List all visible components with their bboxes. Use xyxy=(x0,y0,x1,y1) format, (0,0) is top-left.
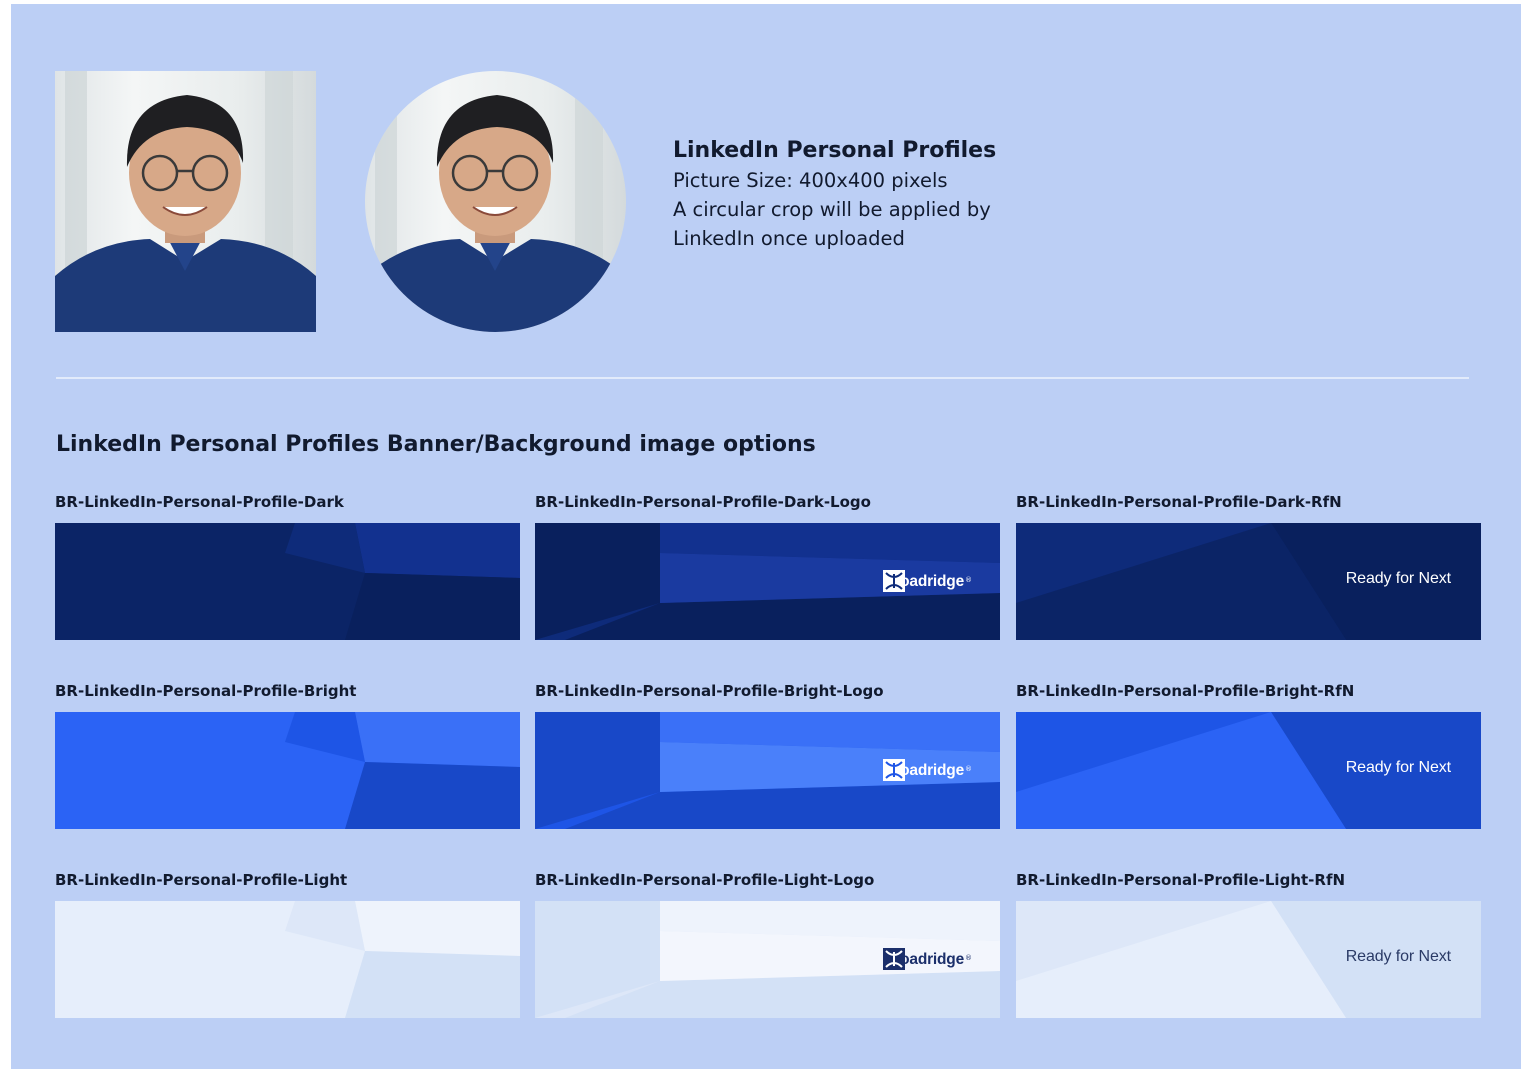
banner-image-bright[interactable] xyxy=(55,712,520,829)
banner-option: BR-LinkedIn-Personal-Profile-Dark-Logo Br… xyxy=(535,492,1000,640)
banner-label: BR-LinkedIn-Personal-Profile-Bright-RfN xyxy=(1016,682,1355,700)
banner-image-dark-rfn[interactable]: Ready for Next xyxy=(1016,523,1481,640)
banner-option: BR-LinkedIn-Personal-Profile-Light-Logo B… xyxy=(535,870,1000,1018)
banner-image-light-logo[interactable]: Broadridge ® xyxy=(535,901,1000,1018)
broadridge-mark-icon xyxy=(883,759,906,781)
registered-mark: ® xyxy=(965,954,972,962)
crop-note-line-1: A circular crop will be applied by xyxy=(673,198,991,221)
banner-shape xyxy=(345,573,520,640)
banner-image-light[interactable] xyxy=(55,901,520,1018)
banner-option: BR-LinkedIn-Personal-Profile-Bright-Logo… xyxy=(535,681,1000,829)
banner-section-heading: LinkedIn Personal Profiles Banner/Backgr… xyxy=(56,432,816,457)
banner-background-shapes xyxy=(55,712,520,829)
banner-shape xyxy=(355,712,520,767)
ready-for-next-tagline: Ready for Next xyxy=(1345,759,1451,776)
banner-label: BR-LinkedIn-Personal-Profile-Bright-Logo xyxy=(535,682,884,700)
ready-for-next-tagline: Ready for Next xyxy=(1345,948,1451,965)
banner-label: BR-LinkedIn-Personal-Profile-Light-RfN xyxy=(1016,871,1346,889)
profile-info: LinkedIn Personal Profiles Picture Size:… xyxy=(673,136,1093,253)
broadridge-logo: Broadridge ® xyxy=(883,570,972,594)
broadridge-mark-icon xyxy=(883,570,906,592)
banner-option: BR-LinkedIn-Personal-Profile-Dark-RfN Rea… xyxy=(1016,492,1481,640)
banner-image-bright-rfn[interactable]: Ready for Next xyxy=(1016,712,1481,829)
registered-mark: ® xyxy=(965,576,972,584)
banner-option: BR-LinkedIn-Personal-Profile-Light-RfN Re… xyxy=(1016,870,1481,1018)
banner-label: BR-LinkedIn-Personal-Profile-Dark-Logo xyxy=(535,493,871,511)
ready-for-next-tagline: Ready for Next xyxy=(1345,570,1451,587)
broadridge-logo: Broadridge ® xyxy=(883,759,972,783)
banner-background-shapes xyxy=(55,523,520,640)
broadridge-mark-icon xyxy=(883,948,906,970)
person-portrait-image xyxy=(55,71,316,332)
person-portrait-image xyxy=(365,71,626,332)
broadridge-logo: Broadridge ® xyxy=(883,948,972,972)
page-panel: LinkedIn Personal Profiles Picture Size:… xyxy=(11,4,1521,1069)
banner-image-light-rfn[interactable]: Ready for Next xyxy=(1016,901,1481,1018)
banner-option: BR-LinkedIn-Personal-Profile-Bright-RfN R… xyxy=(1016,681,1481,829)
banner-shape xyxy=(345,762,520,829)
banner-shape xyxy=(355,901,520,956)
banner-shape xyxy=(345,951,520,1018)
banner-image-dark-logo[interactable]: Broadridge ® xyxy=(535,523,1000,640)
banner-image-dark[interactable] xyxy=(55,523,520,640)
banner-shape xyxy=(355,523,520,578)
profile-photo-square xyxy=(55,71,316,332)
banner-option: BR-LinkedIn-Personal-Profile-Dark xyxy=(55,492,520,640)
crop-note-line-2: LinkedIn once uploaded xyxy=(673,227,905,250)
banner-image-bright-logo[interactable]: Broadridge ® xyxy=(535,712,1000,829)
banner-label: BR-LinkedIn-Personal-Profile-Light-Logo xyxy=(535,871,875,889)
banner-label: BR-LinkedIn-Personal-Profile-Dark-RfN xyxy=(1016,493,1342,511)
banner-label: BR-LinkedIn-Personal-Profile-Dark xyxy=(55,493,344,511)
banner-option: BR-LinkedIn-Personal-Profile-Light xyxy=(55,870,520,1018)
banner-label: BR-LinkedIn-Personal-Profile-Bright xyxy=(55,682,357,700)
banner-label: BR-LinkedIn-Personal-Profile-Light xyxy=(55,871,348,889)
picture-size-text: Picture Size: 400x400 pixels xyxy=(673,169,948,192)
profile-photo-circle xyxy=(365,71,626,332)
profile-title: LinkedIn Personal Profiles xyxy=(673,138,997,163)
registered-mark: ® xyxy=(965,765,972,773)
banner-background-shapes xyxy=(55,901,520,1018)
banner-option: BR-LinkedIn-Personal-Profile-Bright xyxy=(55,681,520,829)
section-divider xyxy=(56,377,1469,379)
